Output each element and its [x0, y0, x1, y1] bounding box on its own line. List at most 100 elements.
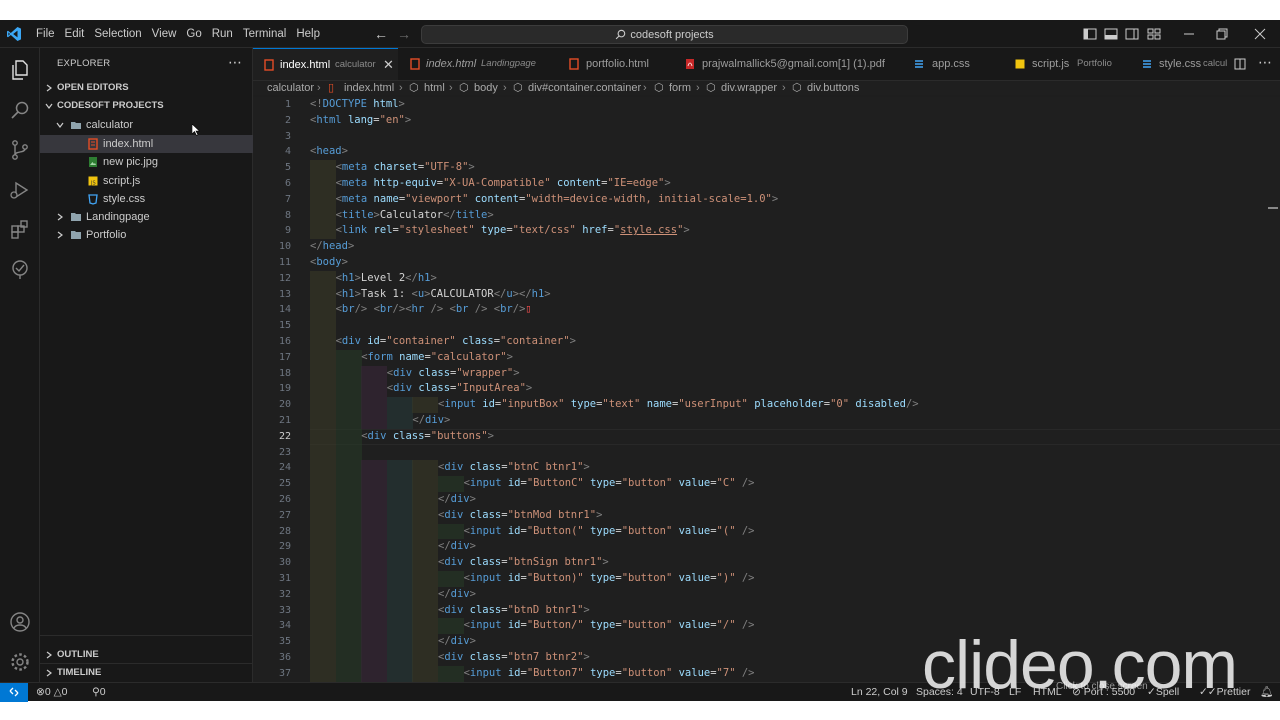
menu-edit[interactable]: Edit	[65, 20, 93, 48]
code-line[interactable]: <div class="btn7 btnr2">	[438, 650, 590, 666]
notifications-bell-icon[interactable]: 🔔︎	[1260, 683, 1273, 702]
extensions-icon[interactable]	[8, 218, 32, 242]
code-line[interactable]: <br/> <br/><hr /> <br /> <br/>▯	[336, 302, 532, 318]
breadcrumb-item[interactable]: div.buttons	[807, 81, 859, 95]
code-line[interactable]: <h1>Level 2</h1>	[336, 271, 437, 287]
search-view-icon[interactable]	[8, 98, 32, 122]
code-line[interactable]: </div>	[438, 634, 476, 650]
code-line[interactable]: <title>Calculator</title>	[336, 208, 494, 224]
tab-index-html-calculator[interactable]: index.html calculator ✕	[253, 48, 398, 80]
code-editor[interactable]: 1 <!DOCTYPE html> 2 <html lang="en"> 3 4 <head…	[253, 97, 1280, 682]
code-line[interactable]: <div class="wrapper">	[387, 366, 520, 382]
tree-file-index-html[interactable]: index.html	[40, 135, 253, 153]
menu-file[interactable]: File	[36, 20, 63, 48]
code-line[interactable]: <head>	[310, 144, 348, 160]
outline-section[interactable]: OUTLINE	[40, 646, 253, 664]
breadcrumb-item[interactable]: html	[424, 81, 445, 95]
tab-index-html-landingpage[interactable]: index.html Landingpage	[399, 48, 559, 80]
toggle-panel-icon[interactable]	[1103, 26, 1119, 42]
accounts-icon[interactable]	[8, 610, 32, 634]
toggle-primary-sidebar-icon[interactable]	[1082, 26, 1098, 42]
split-editor-icon[interactable]	[1234, 58, 1246, 70]
code-line[interactable]: <meta http-equiv="X-UA-Compatible" conte…	[336, 176, 671, 192]
menu-go[interactable]: Go	[186, 20, 209, 48]
remote-indicator[interactable]	[0, 683, 28, 702]
customize-layout-icon[interactable]	[1146, 26, 1162, 42]
code-line[interactable]: <div class="btnD btnr1">	[438, 603, 590, 619]
breadcrumb-item[interactable]: form	[669, 81, 691, 95]
breadcrumb-item[interactable]: div#container.container	[528, 81, 641, 95]
code-line[interactable]: <div class="buttons">	[361, 429, 494, 445]
code-line[interactable]: </div>	[412, 413, 450, 429]
menu-terminal[interactable]: Terminal	[243, 20, 294, 48]
code-line[interactable]: </div>	[438, 539, 476, 555]
code-line[interactable]: </div>	[438, 587, 476, 603]
forward-arrow-icon[interactable]: →	[397, 26, 411, 42]
close-window-icon[interactable]	[1252, 26, 1268, 42]
minimize-window-icon[interactable]	[1181, 26, 1197, 42]
tab-style-css[interactable]: style.css calcul	[1133, 48, 1235, 80]
code-line[interactable]: <input id="Button7" type="button" value=…	[464, 666, 755, 682]
line-number: 18	[278, 367, 291, 379]
close-tab-icon[interactable]: ✕	[383, 49, 394, 80]
cursor-position[interactable]: Ln 22, Col 9	[851, 683, 908, 702]
breadcrumb-item[interactable]: body	[474, 81, 498, 95]
command-center-search[interactable]: codesoft projects	[421, 25, 908, 44]
menu-view[interactable]: View	[152, 20, 185, 48]
code-line[interactable]: <div class="btnC btnr1">	[438, 460, 590, 476]
breadcrumb-item[interactable]: calculator	[267, 81, 314, 95]
more-actions-icon[interactable]: ⋯	[1258, 54, 1272, 71]
back-arrow-icon[interactable]: ←	[374, 26, 388, 42]
restore-window-icon[interactable]	[1214, 26, 1230, 42]
code-line[interactable]: <input id="inputBox" type="text" name="u…	[438, 397, 919, 413]
code-line[interactable]: <div class="btnMod btnr1">	[438, 508, 602, 524]
tree-file-new-pic[interactable]: new pic.jpg	[40, 153, 253, 171]
code-line[interactable]: <form name="calculator">	[361, 350, 513, 366]
menu-help[interactable]: Help	[296, 20, 328, 48]
vscode-logo-icon[interactable]	[6, 26, 22, 42]
toggle-secondary-sidebar-icon[interactable]	[1124, 26, 1140, 42]
ports-indicator[interactable]: ⚲0	[92, 683, 106, 702]
code-line[interactable]: <body>	[310, 255, 348, 271]
more-actions-icon[interactable]: ⋯	[228, 54, 242, 71]
code-line[interactable]: <input id="Button(" type="button" value=…	[464, 524, 755, 540]
explorer-icon[interactable]	[8, 58, 32, 82]
tree-folder-landingpage[interactable]: Landingpage	[40, 208, 253, 226]
code-line[interactable]: </head>	[310, 239, 354, 255]
watermark-close-hint[interactable]: Click to close screen	[1056, 681, 1148, 692]
menu-run[interactable]: Run	[212, 20, 241, 48]
code-line[interactable]: <div class="InputArea">	[387, 381, 532, 397]
code-line[interactable]: <div id="container" class="container">	[336, 334, 576, 350]
tab-pdf[interactable]: prajwalmallick5@gmail.com[1] (1).pdf	[678, 48, 900, 80]
tree-file-style-css[interactable]: style.css	[40, 190, 253, 208]
tab-script-js-portfolio[interactable]: script.js Portfolio	[1006, 48, 1132, 80]
code-line[interactable]: <input id="Button/" type="button" value=…	[464, 618, 755, 634]
manage-gear-icon[interactable]	[8, 650, 32, 674]
code-line[interactable]: <input id="ButtonC" type="button" value=…	[464, 476, 755, 492]
code-line[interactable]: <div class="btnSign btnr1">	[438, 555, 609, 571]
remote-explorer-icon[interactable]	[8, 258, 32, 282]
code-line[interactable]: <input id="Button)" type="button" value=…	[464, 571, 755, 587]
source-control-icon[interactable]	[8, 138, 32, 162]
breadcrumb-item[interactable]: div.wrapper	[721, 81, 777, 95]
menu-selection[interactable]: Selection	[94, 20, 149, 48]
breadcrumb-item[interactable]: index.html	[344, 81, 394, 95]
tab-portfolio-html[interactable]: portfolio.html	[560, 48, 677, 80]
tree-folder-portfolio[interactable]: Portfolio	[40, 226, 253, 244]
code-line[interactable]: <link rel="stylesheet" type="text/css" h…	[336, 223, 690, 239]
code-line[interactable]: <!DOCTYPE html>	[310, 97, 405, 113]
problems-indicator[interactable]: ⊗0 △0	[36, 683, 68, 702]
timeline-section[interactable]: TIMELINE	[40, 664, 253, 682]
code-line[interactable]: </div>	[438, 492, 476, 508]
tree-file-script-js[interactable]: JS script.js	[40, 172, 253, 190]
code-line[interactable]: <html lang="en">	[310, 113, 411, 129]
scrollbar-marker[interactable]	[1268, 207, 1278, 209]
project-section[interactable]: CODESOFT PROJECTS	[40, 97, 253, 115]
open-editors-section[interactable]: OPEN EDITORS	[40, 79, 253, 97]
code-line[interactable]: <h1>Task 1: <u>CALCULATOR</u></h1>	[336, 287, 551, 303]
code-line[interactable]: <meta name="viewport" content="width=dev…	[336, 192, 779, 208]
code-line[interactable]: <meta charset="UTF-8">	[336, 160, 475, 176]
tree-folder-calculator[interactable]: calculator	[40, 116, 253, 134]
tab-app-css[interactable]: app.css	[901, 48, 1005, 80]
run-debug-icon[interactable]	[8, 178, 32, 202]
